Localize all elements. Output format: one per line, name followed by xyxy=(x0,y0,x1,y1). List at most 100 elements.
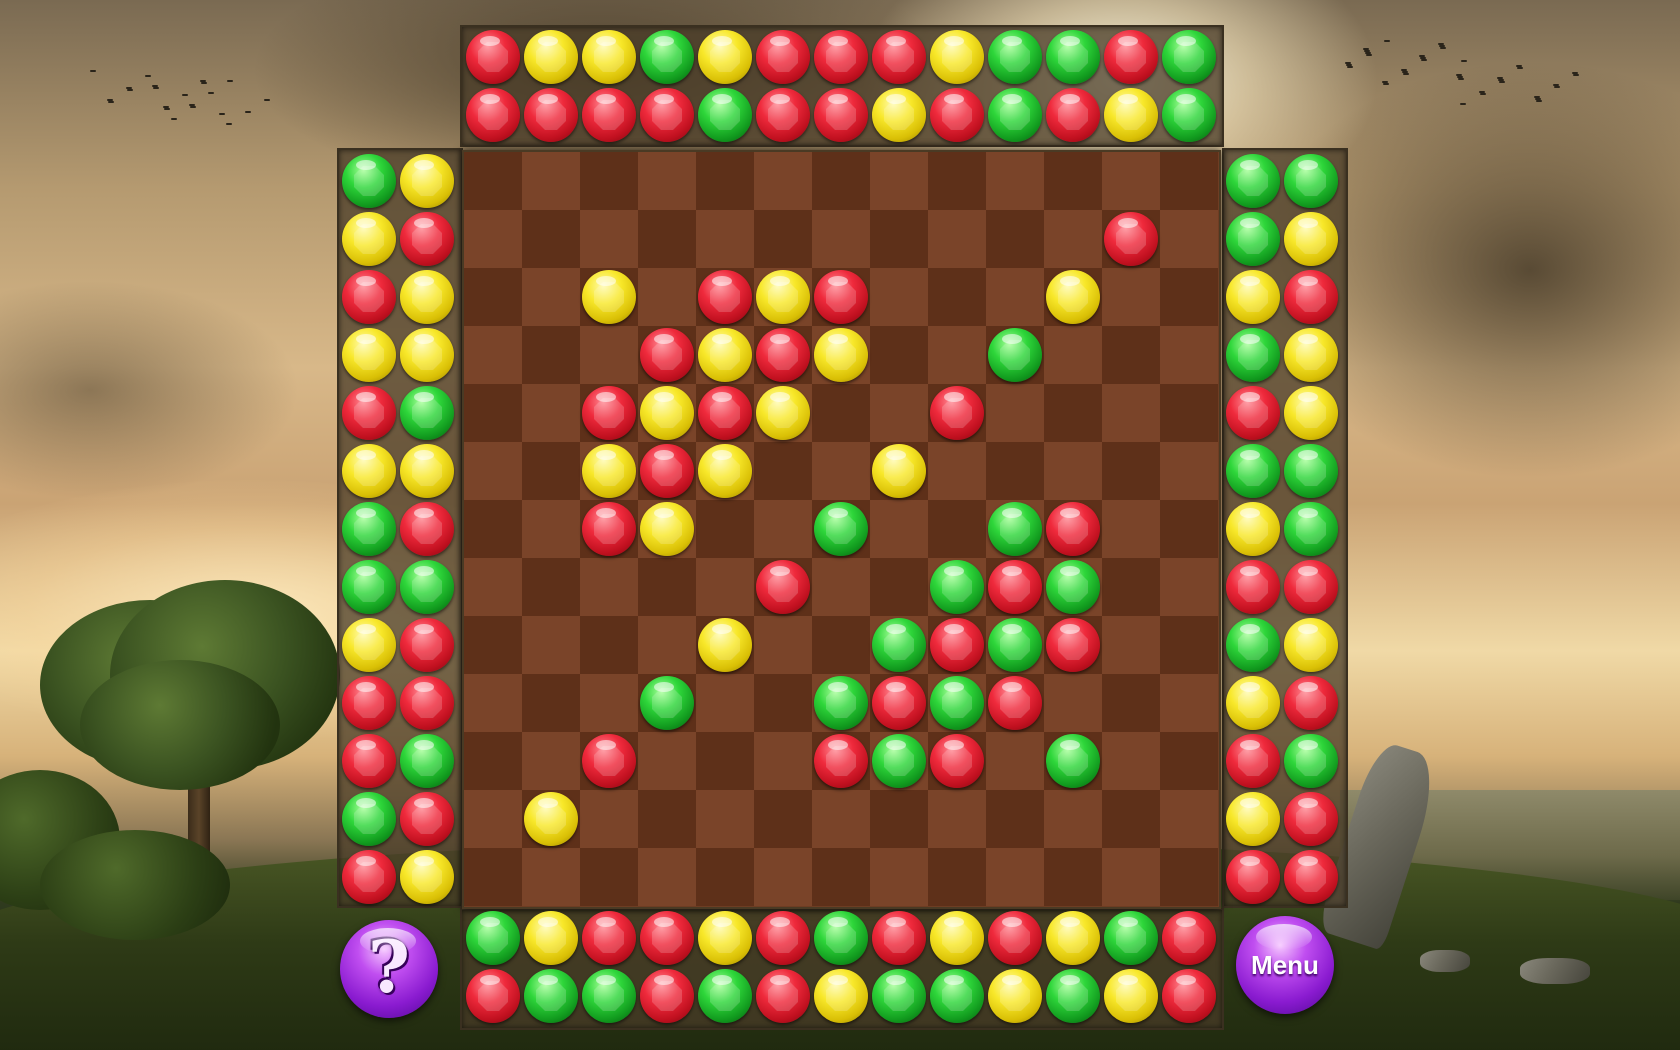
board-cell[interactable] xyxy=(870,152,928,210)
board-cell[interactable] xyxy=(464,268,522,326)
board-cell[interactable] xyxy=(928,500,986,558)
bottom-tray-gem-red[interactable] xyxy=(756,969,810,1023)
bottom-tray-gem-red[interactable] xyxy=(1162,911,1216,965)
top-tray-gem-red[interactable] xyxy=(756,88,810,142)
bottom-tray-gem-green[interactable] xyxy=(930,969,984,1023)
board-cell[interactable] xyxy=(522,326,580,384)
board-gem-red[interactable] xyxy=(1046,618,1100,672)
board-cell[interactable] xyxy=(1102,790,1160,848)
left-tray-gem-red[interactable] xyxy=(342,676,396,730)
board-cell[interactable] xyxy=(1160,848,1218,906)
board-cell[interactable] xyxy=(1044,442,1102,500)
board-cell[interactable] xyxy=(1102,848,1160,906)
top-tray-gem-red[interactable] xyxy=(930,88,984,142)
right-tray-gem-green[interactable] xyxy=(1284,154,1338,208)
top-tray-gem-red[interactable] xyxy=(814,88,868,142)
left-tray-gem-red[interactable] xyxy=(342,386,396,440)
bottom-tray-gem-green[interactable] xyxy=(466,911,520,965)
left-tray-gem-green[interactable] xyxy=(400,734,454,788)
board-cell[interactable] xyxy=(1102,384,1160,442)
board-gem-yellow[interactable] xyxy=(872,444,926,498)
bottom-tray-gem-green[interactable] xyxy=(524,969,578,1023)
board-gem-yellow[interactable] xyxy=(756,270,810,324)
bottom-tray-gem-green[interactable] xyxy=(814,911,868,965)
board-gem-green[interactable] xyxy=(814,676,868,730)
board-cell[interactable] xyxy=(1160,732,1218,790)
top-tray-gem-red[interactable] xyxy=(1046,88,1100,142)
top-tray-gem-red[interactable] xyxy=(582,88,636,142)
right-tray-gem-red[interactable] xyxy=(1226,560,1280,614)
board-cell[interactable] xyxy=(870,558,928,616)
board-cell[interactable] xyxy=(1102,500,1160,558)
board-gem-green[interactable] xyxy=(988,618,1042,672)
board-gem-green[interactable] xyxy=(930,560,984,614)
left-tray-gem-green[interactable] xyxy=(342,154,396,208)
board-cell[interactable] xyxy=(986,790,1044,848)
board-gem-yellow[interactable] xyxy=(756,386,810,440)
board-cell[interactable] xyxy=(696,732,754,790)
board-gem-yellow[interactable] xyxy=(698,444,752,498)
board-cell[interactable] xyxy=(812,442,870,500)
board-gem-green[interactable] xyxy=(1046,560,1100,614)
board-cell[interactable] xyxy=(522,732,580,790)
right-tray-gem-red[interactable] xyxy=(1226,850,1280,904)
right-tray-gem-yellow[interactable] xyxy=(1226,270,1280,324)
board-cell[interactable] xyxy=(1160,442,1218,500)
board-gem-red[interactable] xyxy=(814,270,868,324)
board-cell[interactable] xyxy=(522,674,580,732)
board-cell[interactable] xyxy=(638,790,696,848)
board-cell[interactable] xyxy=(1044,790,1102,848)
left-tray-gem-red[interactable] xyxy=(342,734,396,788)
left-tray-gem-yellow[interactable] xyxy=(400,154,454,208)
board-cell[interactable] xyxy=(986,268,1044,326)
right-tray-gem-red[interactable] xyxy=(1226,386,1280,440)
board-cell[interactable] xyxy=(1102,268,1160,326)
bottom-tray-gem-yellow[interactable] xyxy=(1104,969,1158,1023)
right-tray-gem-green[interactable] xyxy=(1226,212,1280,266)
board-gem-green[interactable] xyxy=(988,502,1042,556)
left-tray-gem-yellow[interactable] xyxy=(342,328,396,382)
bottom-tray-gem-red[interactable] xyxy=(988,911,1042,965)
top-tray-gem-red[interactable] xyxy=(814,30,868,84)
board-cell[interactable] xyxy=(1102,152,1160,210)
board-cell[interactable] xyxy=(812,384,870,442)
board-cell[interactable] xyxy=(580,674,638,732)
board-gem-red[interactable] xyxy=(640,328,694,382)
board-gem-red[interactable] xyxy=(756,328,810,382)
board-cell[interactable] xyxy=(986,210,1044,268)
board-cell[interactable] xyxy=(1160,616,1218,674)
board-cell[interactable] xyxy=(464,732,522,790)
board-cell[interactable] xyxy=(638,268,696,326)
board-cell[interactable] xyxy=(812,848,870,906)
board-cell[interactable] xyxy=(1102,616,1160,674)
board-cell[interactable] xyxy=(1044,384,1102,442)
board-cell[interactable] xyxy=(1160,326,1218,384)
left-tray-gem-red[interactable] xyxy=(400,618,454,672)
board-gem-yellow[interactable] xyxy=(698,328,752,382)
right-tray-gem-red[interactable] xyxy=(1284,560,1338,614)
board-cell[interactable] xyxy=(870,500,928,558)
bottom-tray-gem-green[interactable] xyxy=(872,969,926,1023)
left-tray-gem-green[interactable] xyxy=(342,792,396,846)
board-cell[interactable] xyxy=(1044,152,1102,210)
board-cell[interactable] xyxy=(696,848,754,906)
left-tray-gem-yellow[interactable] xyxy=(400,328,454,382)
bottom-tray-gem-yellow[interactable] xyxy=(930,911,984,965)
board-gem-red[interactable] xyxy=(872,676,926,730)
board-gem-red[interactable] xyxy=(582,734,636,788)
board-cell[interactable] xyxy=(464,326,522,384)
board-cell[interactable] xyxy=(928,442,986,500)
left-tray-gem-green[interactable] xyxy=(342,560,396,614)
board-cell[interactable] xyxy=(638,558,696,616)
right-tray-gem-green[interactable] xyxy=(1226,328,1280,382)
bottom-tray-gem-green[interactable] xyxy=(1046,969,1100,1023)
right-tray-gem-green[interactable] xyxy=(1284,444,1338,498)
top-tray-gem-red[interactable] xyxy=(524,88,578,142)
bottom-tray-gem-red[interactable] xyxy=(872,911,926,965)
board-cell[interactable] xyxy=(754,674,812,732)
board-gem-yellow[interactable] xyxy=(582,270,636,324)
board-cell[interactable] xyxy=(754,500,812,558)
bottom-tray-gem-green[interactable] xyxy=(698,969,752,1023)
board-cell[interactable] xyxy=(638,848,696,906)
left-tray-gem-yellow[interactable] xyxy=(400,444,454,498)
